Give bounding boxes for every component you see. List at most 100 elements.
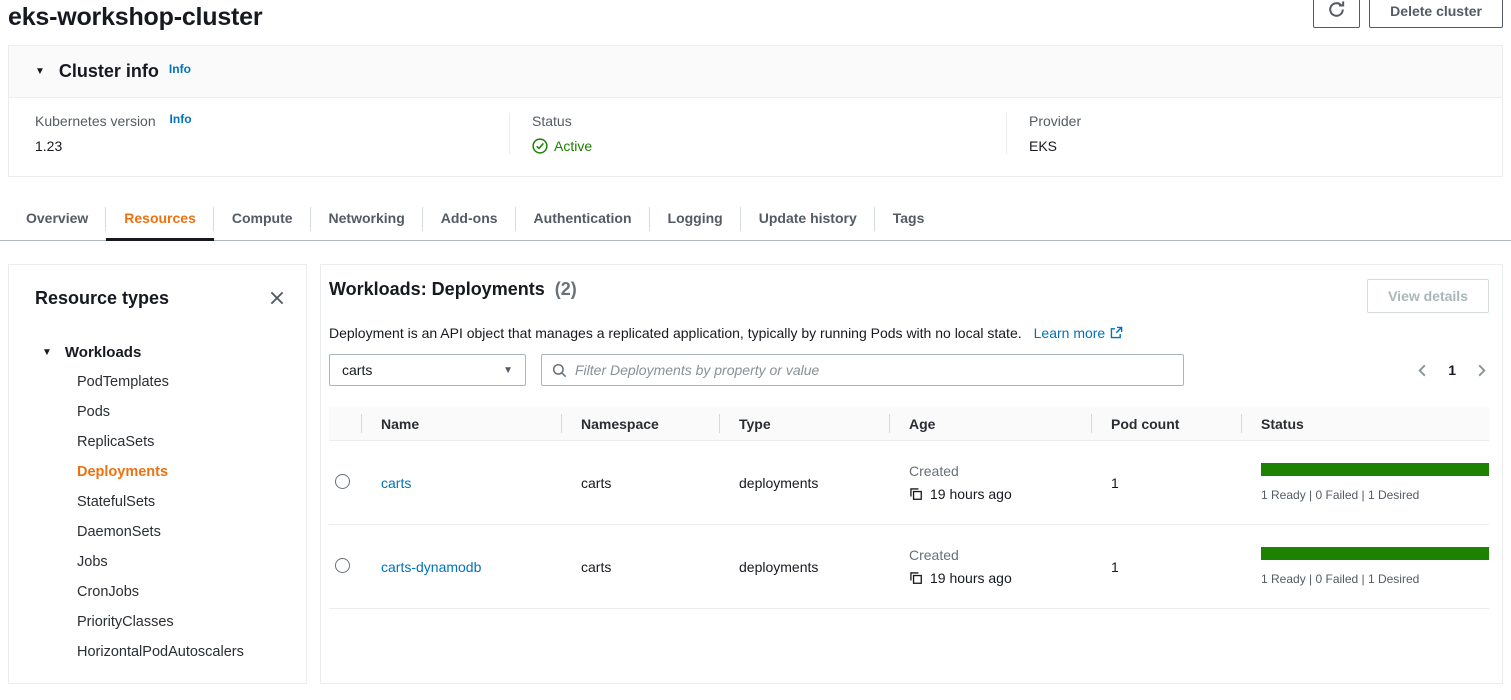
sidebar-item-statefulsets[interactable]: StatefulSets [35,487,288,517]
sidebar-item-pods[interactable]: Pods [35,397,288,427]
tab-networking[interactable]: Networking [311,198,423,240]
provider-label: Provider [1029,113,1502,129]
sidebar-item-jobs[interactable]: Jobs [35,547,288,577]
column-header-age: Age [889,407,1091,440]
tab-authentication[interactable]: Authentication [516,198,650,240]
deployment-link[interactable]: carts-dynamodb [381,559,481,575]
kubernetes-version-info-link[interactable]: Info [170,112,192,126]
sidebar-item-cronjobs[interactable]: CronJobs [35,577,288,607]
status-label: Status [532,113,1006,129]
collapse-triangle-icon[interactable]: ▼ [35,66,45,77]
external-link-icon [1109,326,1123,340]
status-cell: 1 Ready | 0 Failed | 1 Desired [1241,547,1489,586]
refresh-button[interactable] [1313,0,1360,28]
deployments-title-wrap: Workloads: Deployments (2) [329,279,577,300]
status-caption: 1 Ready | 0 Failed | 1 Desired [1261,488,1489,502]
column-header-pod-count: Pod count [1091,407,1241,440]
cluster-info-header[interactable]: ▼ Cluster info Info [9,46,1502,98]
sidebar-item-daemonsets[interactable]: DaemonSets [35,517,288,547]
kubernetes-version-field: Kubernetes version Info 1.23 [9,113,509,154]
status-cell: 1 Ready | 0 Failed | 1 Desired [1241,463,1489,502]
tab-add-ons[interactable]: Add-ons [423,198,516,240]
table-header-row: Name Namespace Type Age Pod count Status [329,407,1489,441]
namespace-cell: carts [561,475,719,491]
check-circle-icon [532,138,548,154]
deployments-panel: Workloads: Deployments (2) View details … [320,264,1503,684]
pod-count-cell: 1 [1091,559,1241,575]
deployments-title: Workloads: Deployments [329,279,545,299]
copy-icon[interactable] [909,487,923,501]
workloads-group-label: Workloads [65,344,141,361]
row-radio-button[interactable] [335,558,350,573]
delete-cluster-button[interactable]: Delete cluster [1369,0,1503,28]
status-active-text: Active [554,138,592,154]
tab-overview[interactable]: Overview [8,198,106,240]
chevron-left-icon [1415,363,1430,378]
tab-update-history[interactable]: Update history [741,198,875,240]
age-cell: Created 19 hours ago [889,547,1091,586]
age-value: 19 hours ago [930,570,1012,586]
age-cell: Created 19 hours ago [889,463,1091,502]
row-select-cell [329,474,361,492]
tree-group-workloads[interactable]: ▼ Workloads [35,337,288,367]
resource-types-header: Resource types [35,287,288,309]
search-input[interactable] [575,362,1173,378]
age-time: 19 hours ago [909,570,1091,586]
column-header-status: Status [1241,407,1489,440]
sidebar-item-priorityclasses[interactable]: PriorityClasses [35,607,288,637]
resource-types-panel: Resource types ▼ Workloads PodTemplates … [8,264,307,684]
previous-page-button[interactable] [1415,363,1430,378]
provider-field: Provider EKS [1006,113,1502,154]
kubernetes-version-label-text: Kubernetes version [35,113,156,129]
sidebar-item-horizontalpodautoscalers[interactable]: HorizontalPodAutoscalers [35,637,288,667]
provider-value: EKS [1029,138,1502,154]
sidebar-item-deployments[interactable]: Deployments [35,457,288,487]
sidebar-item-replicasets[interactable]: ReplicaSets [35,427,288,457]
cluster-tabs: Overview Resources Compute Networking Ad… [0,198,1511,241]
resources-content: Resource types ▼ Workloads PodTemplates … [8,264,1503,684]
filter-dropdown-value: carts [342,362,372,378]
view-details-button[interactable]: View details [1367,279,1489,313]
chevron-right-icon [1474,363,1489,378]
kubernetes-version-value: 1.23 [35,138,509,154]
search-box [541,354,1184,386]
sidebar-item-podtemplates[interactable]: PodTemplates [35,367,288,397]
deployments-description: Deployment is an API object that manages… [329,325,1489,341]
cluster-info-card: ▼ Cluster info Info Kubernetes version I… [8,45,1503,177]
resource-types-title: Resource types [35,288,169,309]
tab-tags[interactable]: Tags [875,198,943,240]
description-text: Deployment is an API object that manages… [329,325,1022,341]
row-radio-button[interactable] [335,474,350,489]
selection-column-header [329,407,361,440]
close-panel-button[interactable] [266,287,288,309]
status-caption: 1 Ready | 0 Failed | 1 Desired [1261,572,1489,586]
page-title: eks-workshop-cluster [8,0,1511,34]
filter-row: carts ▼ 1 [329,354,1489,386]
learn-more-link[interactable]: Learn more [1034,325,1124,341]
age-created-label: Created [909,547,1091,563]
copy-icon[interactable] [909,571,923,585]
search-icon [552,363,567,378]
age-created-label: Created [909,463,1091,479]
name-cell: carts-dynamodb [361,559,561,575]
tab-resources[interactable]: Resources [106,198,214,240]
status-value: Active [532,138,1006,154]
status-bar [1261,463,1489,476]
age-time: 19 hours ago [909,486,1091,502]
next-page-button[interactable] [1474,363,1489,378]
tab-compute[interactable]: Compute [214,198,311,240]
table-row: carts-dynamodb carts deployments Created… [329,525,1489,609]
column-header-type: Type [719,407,889,440]
row-select-cell [329,558,361,576]
resource-types-tree: ▼ Workloads PodTemplates Pods ReplicaSet… [35,337,288,667]
status-field: Status Active [509,113,1006,154]
name-cell: carts [361,475,561,491]
filter-dropdown[interactable]: carts ▼ [329,354,526,386]
cluster-info-info-link[interactable]: Info [169,62,191,76]
page-header: eks-workshop-cluster Delete cluster [0,0,1511,40]
chevron-down-icon: ▼ [503,365,513,376]
pagination: 1 [1415,362,1489,378]
deployment-link[interactable]: carts [381,475,411,491]
tab-logging[interactable]: Logging [650,198,741,240]
page-number[interactable]: 1 [1444,362,1460,378]
